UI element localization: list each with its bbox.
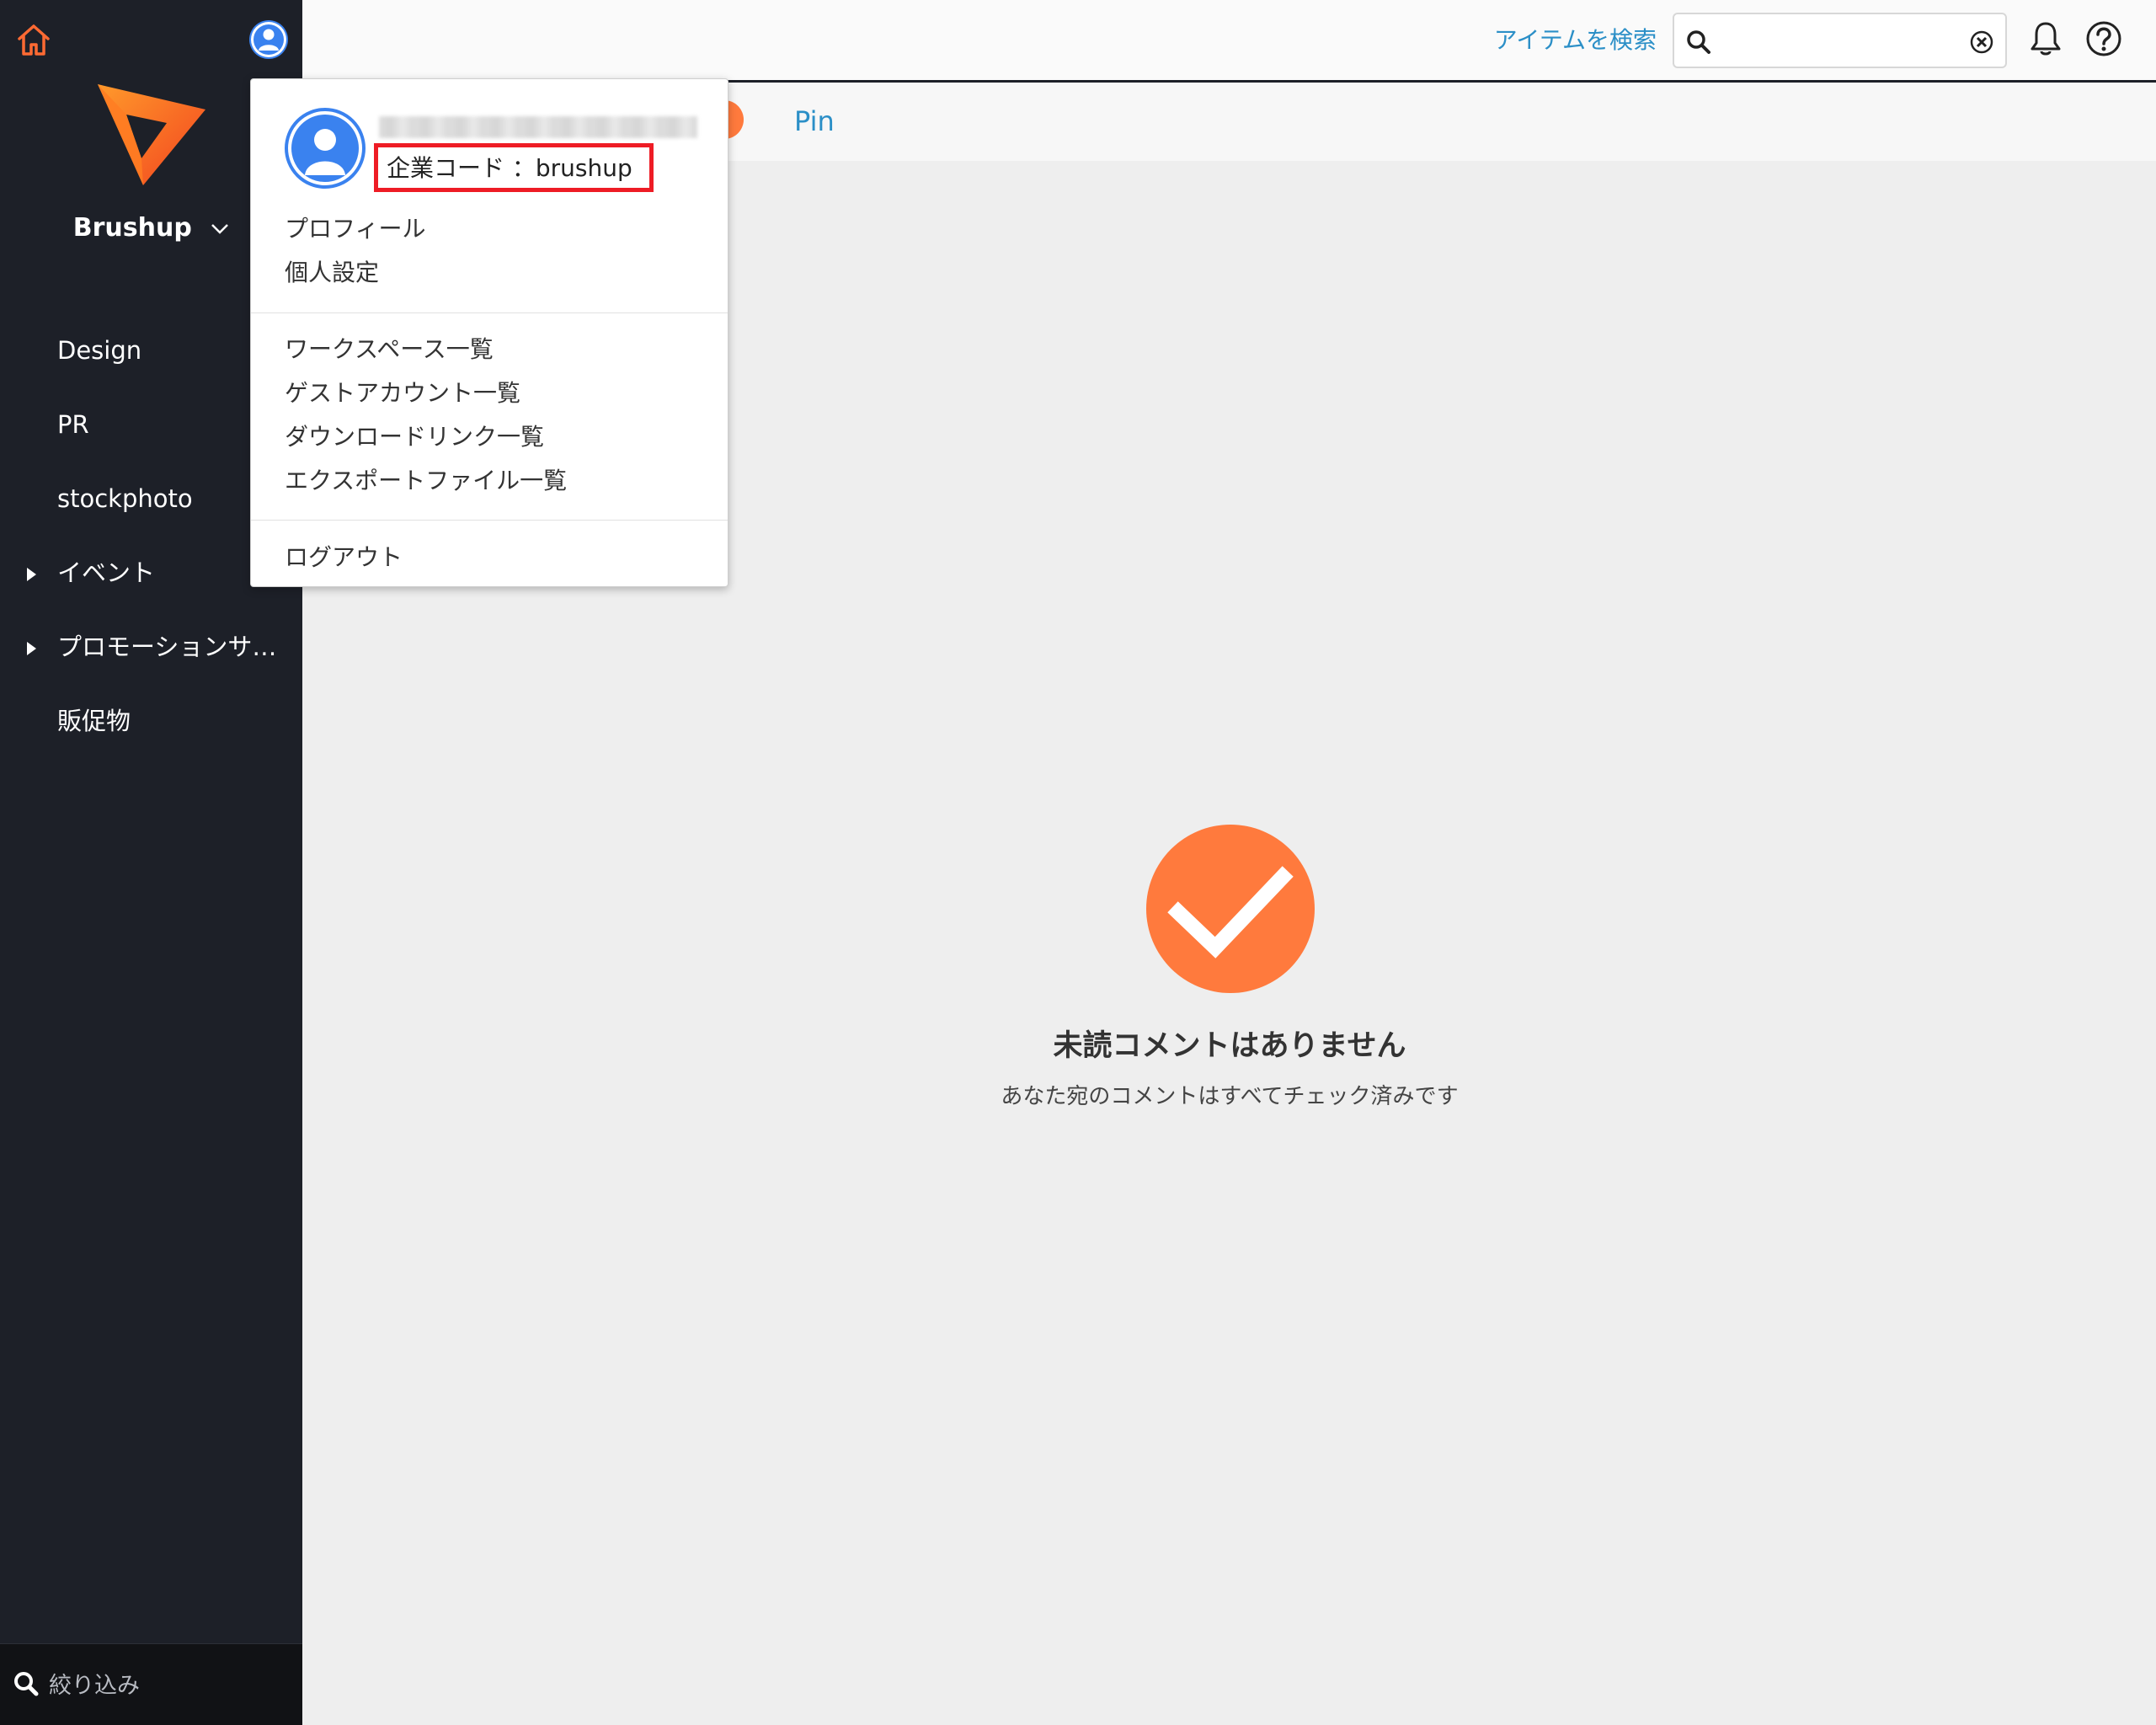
tab-pin[interactable]: Pin: [794, 103, 835, 140]
account-dropdown: 企業コード ：brushup プロフィール 個人設定 ワークスペース一覧 ゲスト…: [250, 78, 728, 587]
sidebar-item-label: プロモーションサ…: [57, 633, 277, 661]
company-code-highlight: 企業コード ：brushup: [374, 143, 654, 192]
menu-item-export-file-list[interactable]: エクスポートファイル一覧: [285, 459, 706, 503]
search-icon: [1687, 30, 1710, 54]
redacted-username: [379, 116, 697, 138]
menu-item-personal-settings[interactable]: 個人設定: [285, 251, 706, 295]
menu-item-profile[interactable]: プロフィール: [285, 207, 706, 251]
sidebar-item-label: イベント: [57, 558, 156, 587]
brushup-logo[interactable]: [94, 77, 209, 189]
sidebar-item-label: 販促物: [57, 707, 131, 735]
profile-menu-group: プロフィール 個人設定: [285, 207, 706, 295]
filter-input[interactable]: [47, 1661, 295, 1710]
sidebar-item-label: stockphoto: [57, 484, 193, 513]
menu-item-workspace-list[interactable]: ワークスペース一覧: [285, 328, 706, 371]
filter-bar: [0, 1643, 302, 1725]
chevron-down-icon: [211, 223, 229, 234]
bell-icon[interactable]: [2028, 20, 2063, 57]
caret-right-icon[interactable]: [27, 642, 36, 655]
menu-item-download-link-list[interactable]: ダウンロードリンク一覧: [285, 415, 706, 459]
sidebar-item-label: Design: [57, 336, 142, 365]
user-avatar-icon[interactable]: [249, 20, 288, 59]
sidebar-item-sales-materials[interactable]: 販促物: [0, 694, 302, 768]
list-menu-group: ワークスペース一覧 ゲストアカウント一覧 ダウンロードリンク一覧 エクスポートフ…: [285, 328, 706, 503]
workspace-name: Brushup: [72, 213, 192, 243]
user-avatar-icon: [285, 108, 366, 189]
sidebar-item-label: PR: [57, 410, 89, 439]
divider: [251, 520, 728, 521]
clear-icon[interactable]: [1970, 30, 1993, 54]
menu-item-guest-account-list[interactable]: ゲストアカウント一覧: [285, 371, 706, 415]
company-code: 企業コード ：brushup: [387, 154, 632, 182]
logout-menu-group: ログアウト: [285, 536, 706, 579]
item-search-link[interactable]: アイテムを検索: [1494, 22, 1657, 59]
caret-right-icon[interactable]: [27, 568, 36, 581]
search-box: [1673, 13, 2007, 68]
empty-state-subtitle: あなた宛のコメントはすべてチェック済みです: [1001, 1084, 1459, 1109]
help-icon[interactable]: [2085, 20, 2122, 57]
search-icon: [14, 1672, 39, 1696]
sidebar-item-promotion[interactable]: プロモーションサ…: [0, 620, 302, 694]
empty-state-title: 未読コメントはありません: [1053, 1029, 1406, 1063]
menu-item-logout[interactable]: ログアウト: [285, 536, 706, 579]
search-input[interactable]: [1721, 23, 1961, 61]
check-icon: [1146, 825, 1315, 993]
home-icon[interactable]: [14, 20, 53, 59]
divider: [251, 312, 728, 313]
